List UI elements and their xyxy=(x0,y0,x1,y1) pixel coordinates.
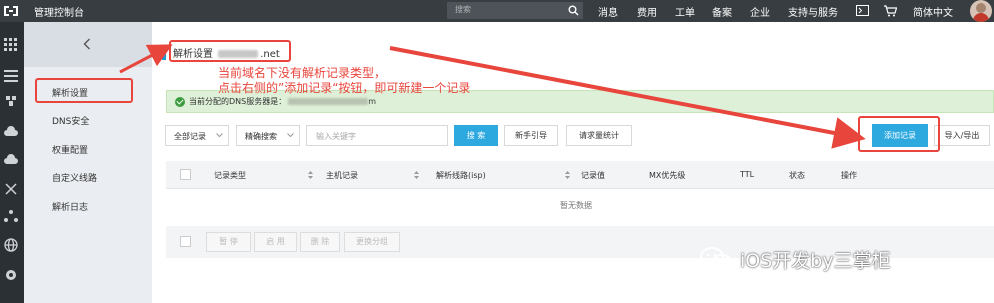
wechat-icon xyxy=(700,247,732,270)
arrow-to-add-button xyxy=(389,46,866,149)
watermark: iOS开发by三掌柜 xyxy=(740,250,891,272)
console-page: 管理控制台 搜索 消息 费用 工单 备案 企业 支持与服务 简体中文 解析设置 … xyxy=(0,0,994,303)
arrow-to-breadcrumb xyxy=(119,44,173,74)
